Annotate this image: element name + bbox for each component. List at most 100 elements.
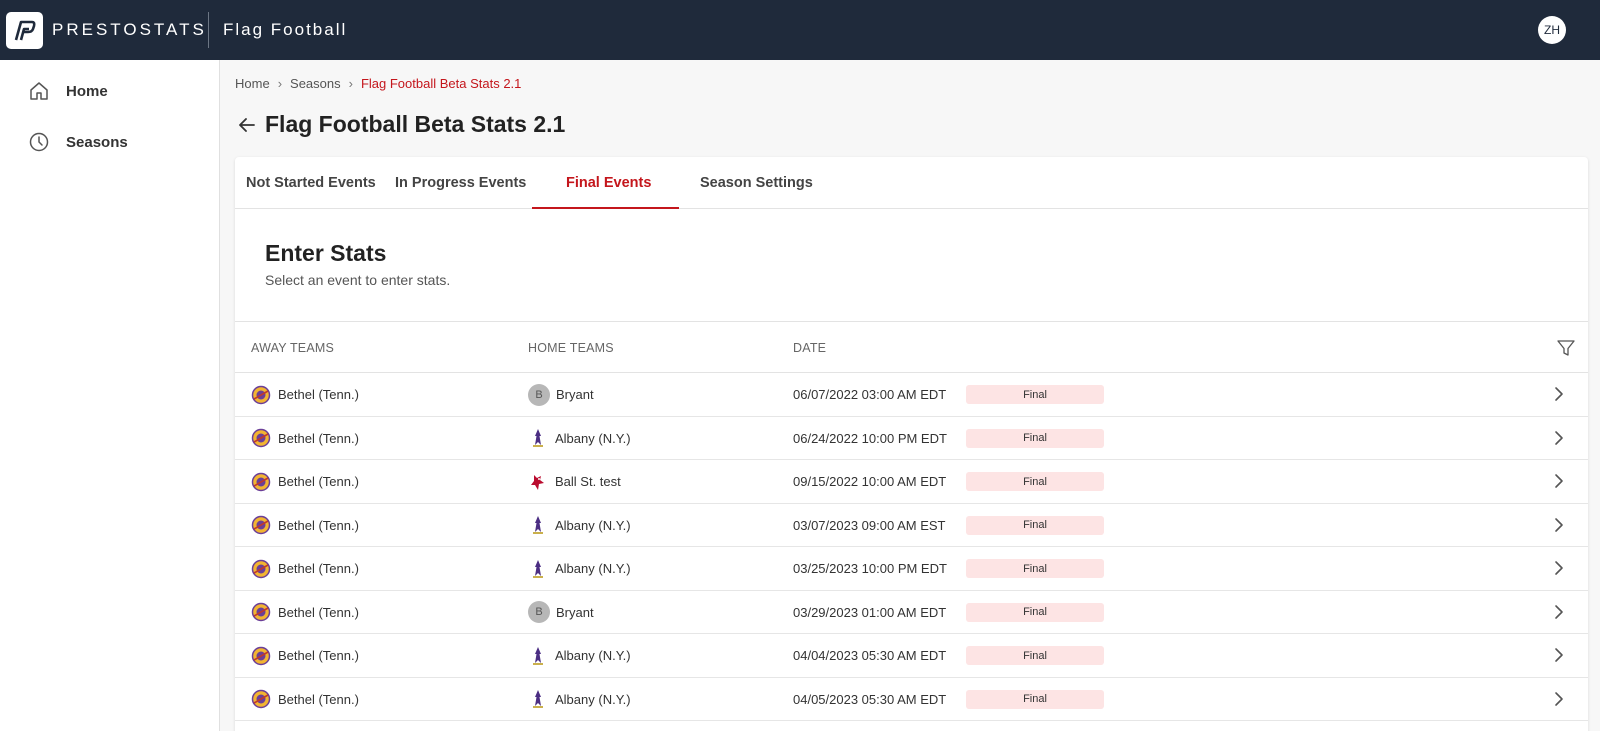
- chevron-right-icon[interactable]: [1550, 559, 1568, 577]
- bethel-logo-icon: [251, 602, 271, 622]
- home-team-name: Bryant: [556, 604, 594, 620]
- event-date: 09/15/2022 10:00 AM EDT: [793, 474, 947, 489]
- section-title: Enter Stats: [265, 240, 387, 266]
- albany-logo-icon: [528, 689, 548, 709]
- status-badge: Final: [966, 515, 1104, 535]
- away-team-name: Bethel (Tenn.): [278, 691, 359, 707]
- brand-name: PRESTOSTATS: [52, 20, 207, 39]
- table-row[interactable]: Bethel (Tenn.) Ball St. test 09/15/2022 …: [235, 460, 1588, 504]
- event-date: 03/25/2023 10:00 PM EDT: [793, 561, 947, 576]
- breadcrumb-home[interactable]: Home: [235, 76, 270, 91]
- section-subtitle: Select an event to enter stats.: [265, 272, 451, 288]
- chevron-right-icon[interactable]: [1550, 603, 1568, 621]
- status-badge: Final: [966, 385, 1104, 404]
- user-avatar[interactable]: ZH: [1538, 16, 1566, 44]
- home-team-name: Albany (N.Y.): [555, 430, 631, 446]
- prestostats-logo-icon[interactable]: [6, 12, 43, 49]
- table-row[interactable]: Bethel (Tenn.) B Bryant 03/29/2023 01:00…: [235, 591, 1588, 634]
- event-date: 03/07/2023 09:00 AM EST: [793, 517, 946, 533]
- back-arrow-icon[interactable]: [236, 114, 258, 136]
- home-team-cell: Albany (N.Y.): [528, 678, 631, 721]
- event-date: 04/04/2023 05:30 AM EDT: [793, 648, 947, 663]
- b-letter-icon: B: [528, 383, 550, 406]
- sidebar-item-seasons[interactable]: Seasons: [28, 131, 128, 153]
- table-row[interactable]: Bethel (Tenn.) Albany (N.Y.) 03/25/2023 …: [235, 547, 1588, 591]
- top-bar: PRESTOSTATS Flag Football ZH: [0, 0, 1600, 60]
- bethel-logo-icon: [251, 689, 271, 709]
- sidebar-item-home[interactable]: Home: [28, 80, 108, 102]
- away-team-name: Bethel (Tenn.): [278, 474, 359, 489]
- away-team-name: Bethel (Tenn.): [278, 387, 359, 402]
- away-team-name: Bethel (Tenn.): [278, 430, 359, 446]
- home-team-cell: B Bryant: [528, 591, 594, 634]
- column-header-date[interactable]: DATE: [793, 341, 826, 355]
- column-header-away[interactable]: AWAY TEAMS: [251, 341, 334, 355]
- bethel-logo-icon: [251, 385, 271, 405]
- away-team-name: Bethel (Tenn.): [278, 517, 359, 533]
- home-team-name: Albany (N.Y.): [555, 561, 631, 576]
- status-badge: Final: [966, 428, 1104, 448]
- column-header-home[interactable]: HOME TEAMS: [528, 341, 614, 355]
- status-badge: Final: [966, 602, 1104, 622]
- sport-name: Flag Football: [223, 20, 348, 39]
- sidebar-item-label: Home: [66, 82, 108, 100]
- chevron-right-icon[interactable]: [1550, 516, 1568, 534]
- chevron-right-icon[interactable]: [1550, 472, 1568, 490]
- away-team-cell: Bethel (Tenn.): [251, 634, 359, 677]
- active-tab-indicator: [532, 207, 679, 209]
- table-row[interactable]: Bethel (Tenn.) Albany (N.Y.) 04/04/2023 …: [235, 634, 1588, 678]
- home-team-name: Ball St. test: [555, 474, 621, 489]
- tab-in-progress-events[interactable]: In Progress Events: [395, 175, 526, 191]
- table-row[interactable]: Bethel (Tenn.) Albany (N.Y.) 04/05/2023 …: [235, 678, 1588, 721]
- ball-state-logo-icon: [528, 472, 548, 492]
- away-team-name: Bethel (Tenn.): [278, 561, 359, 576]
- table-row[interactable]: Bethel (Tenn.) Albany (N.Y.) 06/24/2022 …: [235, 417, 1588, 460]
- event-date: 06/24/2022 10:00 PM EDT: [793, 430, 947, 446]
- bethel-logo-icon: [251, 472, 271, 492]
- home-team-cell: B Bryant: [528, 373, 594, 416]
- status-badge: Final: [966, 646, 1104, 665]
- chevron-right-icon: ›: [277, 76, 283, 91]
- bethel-logo-icon: [251, 428, 271, 448]
- home-team-name: Albany (N.Y.): [555, 691, 631, 707]
- breadcrumb-seasons[interactable]: Seasons: [290, 76, 341, 91]
- status-badge: Final: [966, 689, 1104, 709]
- chevron-right-icon: ›: [348, 76, 353, 91]
- albany-logo-icon: [528, 515, 548, 535]
- tab-bar: Not Started Events In Progress Events Fi…: [235, 157, 1588, 209]
- event-date: 03/29/2023 01:00 AM EDT: [793, 604, 947, 620]
- away-team-name: Bethel (Tenn.): [278, 604, 359, 620]
- bethel-logo-icon: [251, 559, 271, 579]
- home-team-cell: Albany (N.Y.): [528, 417, 631, 460]
- home-team-name: Bryant: [556, 387, 594, 402]
- away-team-cell: Bethel (Tenn.): [251, 504, 359, 547]
- away-team-cell: Bethel (Tenn.): [251, 417, 359, 460]
- away-team-cell: Bethel (Tenn.): [251, 591, 359, 634]
- away-team-cell: Bethel (Tenn.): [251, 373, 359, 416]
- table-row[interactable]: Bethel (Tenn.) B Bryant 06/07/2022 03:00…: [235, 373, 1588, 417]
- filter-icon[interactable]: [1556, 338, 1576, 358]
- albany-logo-icon: [528, 428, 548, 448]
- home-team-cell: Albany (N.Y.): [528, 547, 631, 590]
- away-team-name: Bethel (Tenn.): [278, 648, 359, 663]
- page-title: Flag Football Beta Stats 2.1: [265, 111, 566, 137]
- clock-icon: [28, 131, 50, 153]
- chevron-right-icon[interactable]: [1550, 429, 1568, 447]
- chevron-right-icon[interactable]: [1550, 646, 1568, 664]
- sidebar-item-label: Seasons: [66, 133, 128, 151]
- table-row[interactable]: Bethel (Tenn.) Albany (N.Y.) 03/07/2023 …: [235, 504, 1588, 547]
- away-team-cell: Bethel (Tenn.): [251, 460, 359, 503]
- table-header: AWAY TEAMS HOME TEAMS DATE: [235, 321, 1588, 373]
- sidebar: Home Seasons: [0, 60, 220, 731]
- home-team-cell: Albany (N.Y.): [528, 504, 631, 547]
- tab-not-started-events[interactable]: Not Started Events: [246, 175, 376, 191]
- event-date: 06/07/2022 03:00 AM EDT: [793, 387, 947, 402]
- breadcrumb-current: Flag Football Beta Stats 2.1: [360, 76, 522, 91]
- bethel-logo-icon: [251, 515, 271, 535]
- tab-season-settings[interactable]: Season Settings: [700, 175, 813, 191]
- tab-final-events[interactable]: Final Events: [566, 175, 651, 191]
- away-team-cell: Bethel (Tenn.): [251, 547, 359, 590]
- chevron-right-icon[interactable]: [1550, 690, 1568, 708]
- home-team-cell: Ball St. test: [528, 460, 621, 503]
- chevron-right-icon[interactable]: [1550, 385, 1568, 403]
